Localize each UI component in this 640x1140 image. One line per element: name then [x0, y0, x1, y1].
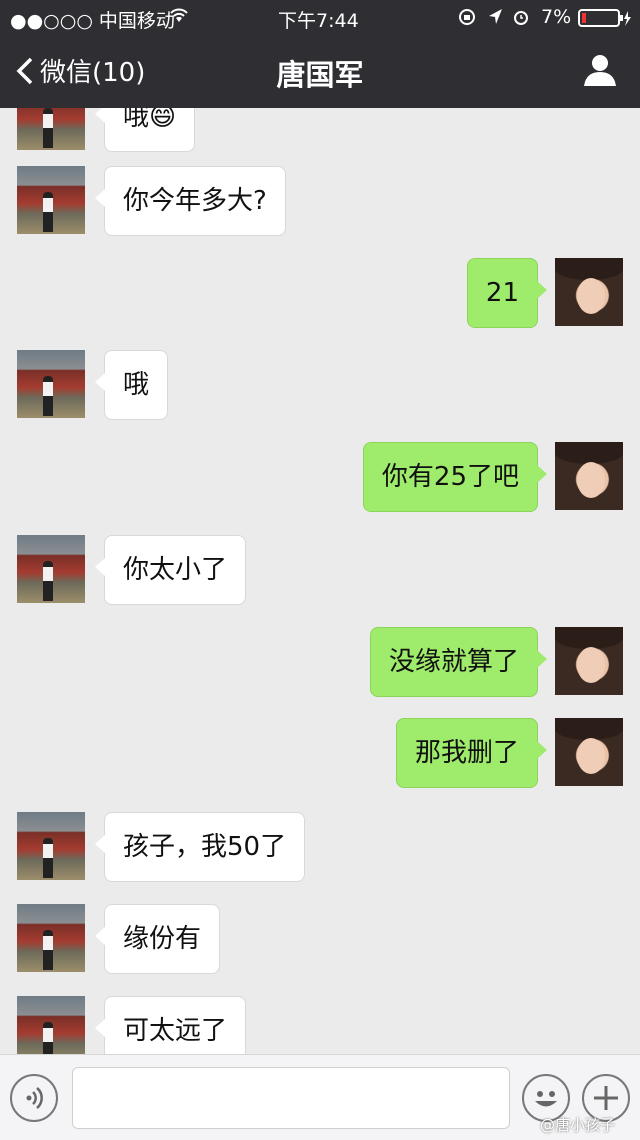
message-bubble[interactable]: 你太小了 [94, 535, 247, 605]
message-bubble[interactable]: 孩子，我50了 [94, 812, 306, 882]
rotation-lock-icon [458, 8, 476, 31]
status-bar: ●●○○○ 中国移动 下午7:44 7% [0, 0, 640, 34]
message-bubble[interactable]: 哦 [94, 350, 169, 420]
message-bubble[interactable]: 缘份有 [94, 904, 221, 974]
contact-avatar[interactable] [17, 166, 85, 234]
battery-icon [578, 9, 632, 32]
contact-avatar[interactable] [17, 904, 85, 972]
watermark: @唐小孩子 [540, 1116, 616, 1134]
battery-percent: 7% [541, 6, 572, 28]
nav-bar: 微信(10) 唐国军 [0, 34, 640, 108]
contact-avatar[interactable] [17, 996, 85, 1054]
message-bubble[interactable]: 21 [466, 258, 548, 328]
contact-avatar[interactable] [17, 812, 85, 880]
my-avatar[interactable] [555, 718, 623, 786]
contact-avatar[interactable] [17, 350, 85, 418]
contact-avatar[interactable] [17, 108, 85, 150]
message-list[interactable]: 哦😄 你今年多大? 21 哦 你有25了吧 你太小了 没缘就算了 那我删了 孩子… [0, 108, 640, 1054]
carrier-label: ●●○○○ 中国移动 [10, 10, 175, 32]
wifi-icon [168, 6, 190, 29]
alarm-icon [512, 8, 530, 31]
my-avatar[interactable] [555, 258, 623, 326]
clock: 下午7:44 [278, 10, 359, 32]
location-icon [488, 8, 504, 31]
voice-button[interactable] [10, 1074, 58, 1122]
my-avatar[interactable] [555, 442, 623, 510]
message-input[interactable] [72, 1067, 510, 1129]
message-bubble[interactable]: 你有25了吧 [362, 442, 548, 512]
message-bubble[interactable]: 哦😄 [94, 108, 196, 152]
voice-icon [26, 1087, 43, 1109]
contact-avatar[interactable] [17, 535, 85, 603]
message-bubble[interactable]: 你今年多大? [95, 166, 286, 236]
message-bubble[interactable]: 没缘就算了 [369, 627, 548, 697]
profile-icon[interactable] [582, 52, 618, 88]
message-bubble[interactable]: 可太远了 [94, 996, 247, 1054]
my-avatar[interactable] [555, 627, 623, 695]
message-bubble[interactable]: 那我删了 [395, 718, 548, 788]
chat-title: 唐国军 [276, 58, 364, 92]
